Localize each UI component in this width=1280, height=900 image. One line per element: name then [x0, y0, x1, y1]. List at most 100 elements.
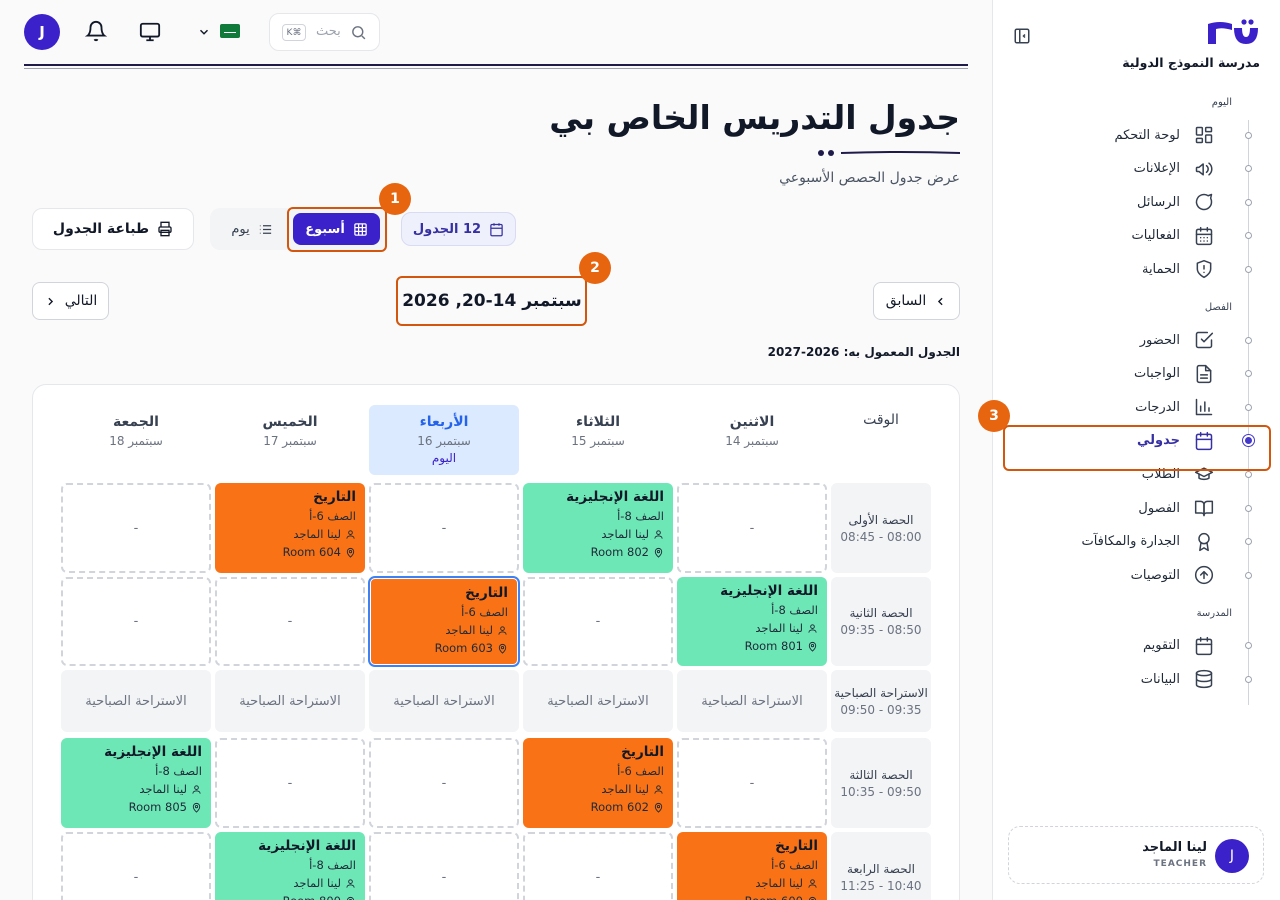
- sidebar-item[interactable]: الإعلانات: [1014, 156, 1260, 182]
- break-cell: الاستراحة الصباحية: [61, 670, 211, 732]
- lesson-teacher: لينا الماجد: [686, 621, 818, 635]
- search-input[interactable]: K⌘ بحث: [269, 13, 380, 51]
- lesson-room-text: Room 805: [128, 800, 187, 814]
- empty-slot[interactable]: -: [369, 832, 519, 900]
- empty-slot[interactable]: -: [677, 483, 827, 573]
- empty-slot[interactable]: -: [523, 577, 673, 666]
- period-name: الحصة الرابعة: [847, 861, 915, 876]
- nav-section-title: الفصل: [1204, 302, 1232, 313]
- sidebar-item-label: الحضور: [1139, 332, 1180, 348]
- sidebar-item[interactable]: التوصيات: [1014, 562, 1260, 588]
- sidebar-item[interactable]: الفصول: [1014, 495, 1260, 521]
- lesson-subject: التاريخ: [775, 838, 818, 854]
- sidebar-item[interactable]: الواجبات: [1014, 361, 1260, 387]
- lesson-class-text: الصف 6-أ: [771, 858, 818, 872]
- empty-slot[interactable]: -: [369, 483, 519, 573]
- lesson-class: الصف 8-أ: [224, 858, 356, 872]
- day-column-header: الاثنين سبتمبر 14: [677, 405, 827, 475]
- break-cell: الاستراحة الصباحية: [523, 670, 673, 732]
- sidebar-item[interactable]: البيانات: [1014, 666, 1260, 692]
- nav-dot: [1245, 675, 1252, 683]
- sidebar-item[interactable]: لوحة التحكم: [1014, 122, 1260, 148]
- header-divider: [24, 64, 968, 66]
- location-pin-icon: [346, 547, 355, 558]
- title-underline-decoration: [818, 150, 960, 156]
- empty-slot[interactable]: -: [369, 738, 519, 828]
- lesson-teacher-text: لينا الماجد: [601, 782, 649, 796]
- nav-dot: [1245, 504, 1252, 512]
- empty-slot[interactable]: -: [61, 832, 211, 900]
- break-cell: الاستراحة الصباحية: [677, 670, 827, 732]
- schedule-count-button[interactable]: 12 الجدول: [401, 212, 516, 246]
- sidebar-item[interactable]: التقويم: [1014, 633, 1260, 659]
- empty-slot[interactable]: -: [61, 577, 211, 666]
- lesson-card[interactable]: اللغة الإنجليزية الصف 8-أ لينا الماجد Ro…: [61, 738, 211, 828]
- shortcut-hint: K⌘: [282, 24, 306, 41]
- nav-dot: [1245, 538, 1252, 546]
- lesson-card[interactable]: اللغة الإنجليزية الصف 8-أ لينا الماجد Ro…: [523, 483, 673, 573]
- lesson-room: Room 801: [686, 639, 818, 653]
- sidebar-item[interactable]: الفعاليات: [1014, 223, 1260, 249]
- lesson-card[interactable]: التاريخ الصف 6-أ لينا الماجد Room 603: [368, 576, 520, 667]
- collapse-sidebar-icon[interactable]: [1013, 27, 1031, 45]
- lesson-room: Room 805: [70, 800, 202, 814]
- chevron-down-icon[interactable]: [197, 25, 211, 39]
- annotation-badge-1: 1: [379, 183, 411, 215]
- day-view-button[interactable]: يوم: [218, 213, 286, 245]
- user-profile-card[interactable]: J لينا الماجد TEACHER: [1008, 826, 1264, 884]
- active-schedule-year: الجدول المعمول به: 2026-2027: [767, 345, 960, 359]
- person-icon: [498, 625, 507, 635]
- lesson-card[interactable]: التاريخ الصف 6-أ لينا الماجد Room 602: [523, 738, 673, 828]
- next-week-button[interactable]: التالي: [32, 282, 109, 320]
- sidebar-item[interactable]: الحماية: [1014, 256, 1260, 282]
- sidebar-item-label: التوصيات: [1130, 567, 1180, 583]
- empty-slot[interactable]: -: [215, 577, 365, 666]
- sidebar-item[interactable]: الحضور: [1014, 327, 1260, 353]
- nav-dot: [1245, 403, 1252, 411]
- lesson-subject: اللغة الإنجليزية: [720, 583, 818, 599]
- lesson-subject: اللغة الإنجليزية: [104, 744, 202, 760]
- megaphone-icon: [1195, 162, 1213, 176]
- sidebar-item[interactable]: الرسائل: [1014, 189, 1260, 215]
- bell-icon[interactable]: [85, 20, 107, 42]
- sidebar-item-label: الحماية: [1141, 261, 1180, 277]
- nav-dot: [1245, 336, 1252, 344]
- sidebar-item[interactable]: الدرجات: [1014, 394, 1260, 420]
- location-pin-icon: [808, 896, 817, 900]
- lesson-card[interactable]: اللغة الإنجليزية الصف 8-أ لينا الماجد Ro…: [215, 832, 365, 900]
- person-icon: [346, 878, 355, 888]
- lesson-teacher-text: لينا الماجد: [755, 876, 803, 890]
- empty-slot[interactable]: -: [523, 832, 673, 900]
- empty-slot[interactable]: -: [61, 483, 211, 573]
- lesson-teacher-text: لينا الماجد: [445, 623, 493, 637]
- nav-dot: [1245, 470, 1252, 478]
- today-label: اليوم: [431, 451, 457, 465]
- nav-dot: [1245, 165, 1252, 173]
- lesson-card[interactable]: التاريخ الصف 6-أ لينا الماجد Room 604: [215, 483, 365, 573]
- sidebar-item[interactable]: الجدارة والمكافآت: [1014, 529, 1260, 555]
- previous-week-button[interactable]: السابق: [873, 282, 960, 320]
- day-date: سبتمبر 14: [725, 434, 779, 448]
- nav-dot: [1245, 198, 1252, 206]
- period-time-cell: الاستراحة الصباحية 09:35 - 09:50: [831, 670, 931, 732]
- nav-dot: [1245, 642, 1252, 650]
- monitor-icon[interactable]: [139, 21, 161, 43]
- lesson-class-text: الصف 8-أ: [155, 764, 202, 778]
- lesson-card[interactable]: التاريخ الصف 6-أ لينا الماجد Room 600: [677, 832, 827, 900]
- saudi-flag-icon[interactable]: [220, 24, 240, 38]
- lesson-class-text: الصف 8-أ: [309, 858, 356, 872]
- person-icon: [654, 784, 663, 794]
- empty-slot[interactable]: -: [677, 738, 827, 828]
- sidebar-item-label: الفعاليات: [1131, 228, 1180, 244]
- lesson-card[interactable]: اللغة الإنجليزية الصف 8-أ لينا الماجد Ro…: [677, 577, 827, 666]
- day-date: سبتمبر 15: [571, 434, 625, 448]
- search-placeholder: بحث: [316, 24, 341, 39]
- day-date: سبتمبر 17: [263, 434, 317, 448]
- lesson-class-text: الصف 8-أ: [617, 509, 664, 523]
- print-schedule-button[interactable]: طباعة الجدول: [32, 208, 194, 250]
- lesson-room: Room 800: [224, 894, 356, 900]
- empty-slot[interactable]: -: [215, 738, 365, 828]
- lesson-teacher: لينا الماجد: [532, 527, 664, 541]
- user-avatar-button[interactable]: J: [24, 14, 60, 50]
- day-name: الثلاثاء: [575, 414, 621, 430]
